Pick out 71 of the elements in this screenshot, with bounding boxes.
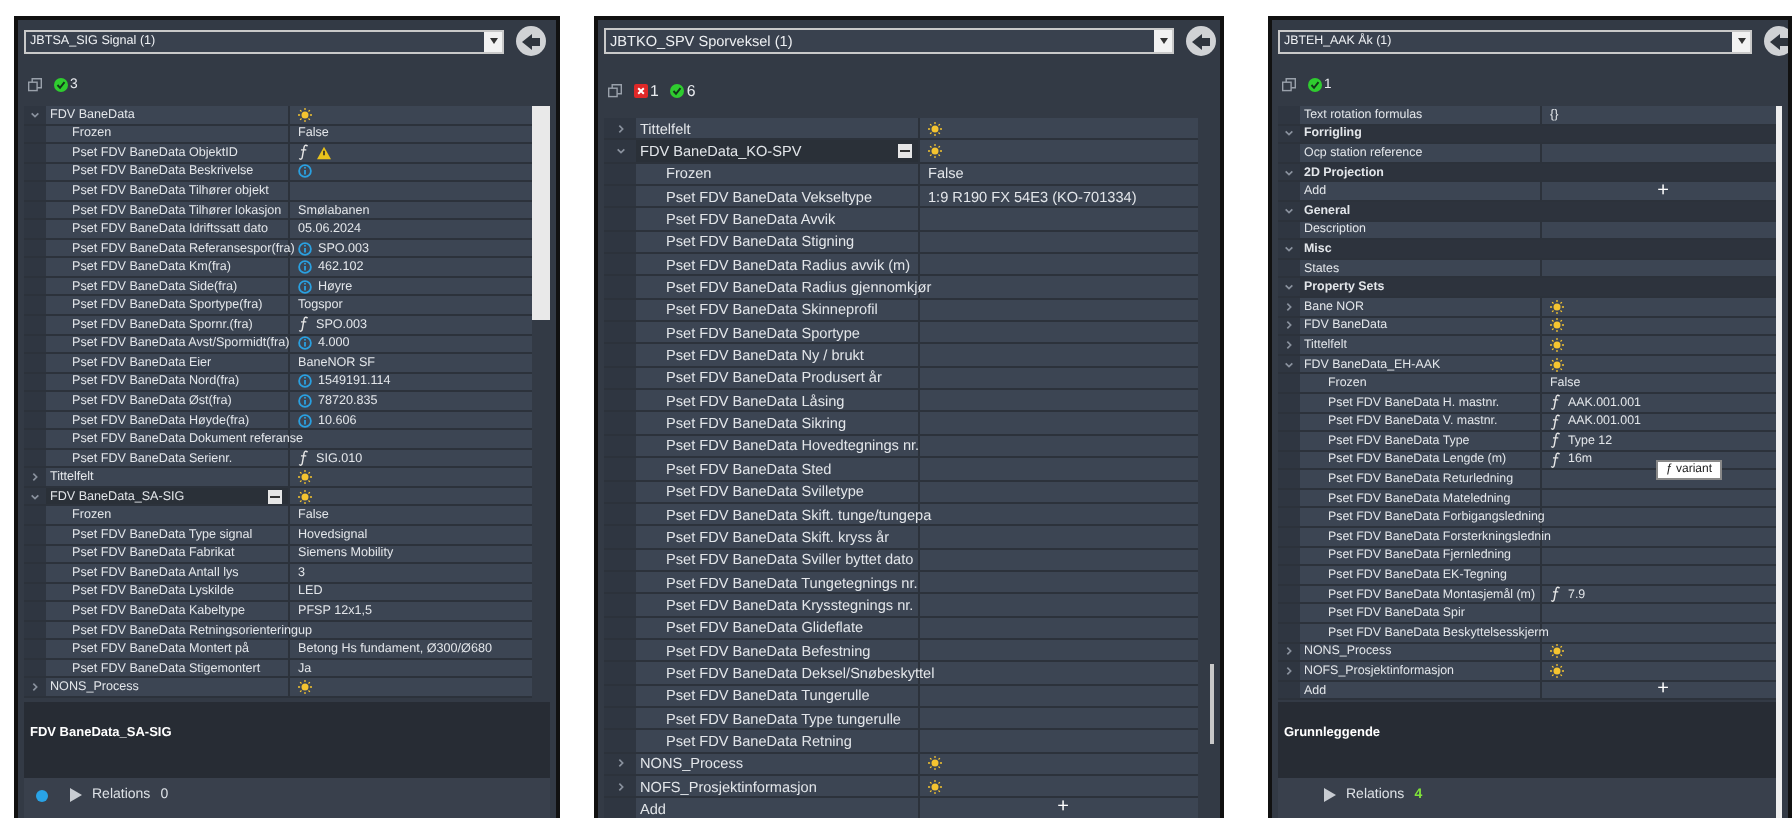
chevron-right-icon[interactable] bbox=[1284, 301, 1294, 312]
info-icon bbox=[298, 374, 312, 389]
chevron-right-icon[interactable] bbox=[1284, 320, 1294, 331]
function-icon bbox=[1550, 586, 1562, 603]
chevron-down-icon[interactable] bbox=[1284, 359, 1294, 370]
sun-icon bbox=[1550, 644, 1564, 659]
toggle-button[interactable] bbox=[516, 26, 546, 56]
expand-icon[interactable] bbox=[70, 788, 82, 802]
warning-icon bbox=[316, 145, 332, 160]
sun-icon bbox=[298, 107, 312, 122]
chevron-right-icon[interactable] bbox=[1284, 666, 1294, 677]
sun-icon bbox=[1550, 337, 1564, 352]
add-button[interactable]: + bbox=[1657, 181, 1669, 202]
sun-icon bbox=[928, 144, 942, 159]
scrollbar-thumb[interactable] bbox=[1210, 664, 1214, 744]
chevron-down-icon[interactable] bbox=[1284, 282, 1294, 293]
copy-icon[interactable] bbox=[1282, 78, 1296, 92]
sun-icon bbox=[1550, 299, 1564, 314]
toggle-button[interactable] bbox=[1186, 26, 1216, 56]
sun-icon bbox=[298, 489, 312, 504]
sun-icon bbox=[298, 470, 312, 485]
info-icon bbox=[298, 241, 312, 256]
chevron-right-icon[interactable] bbox=[615, 123, 625, 134]
chevron-right-icon[interactable] bbox=[1284, 339, 1294, 350]
sun-icon bbox=[928, 121, 942, 136]
caret-icon bbox=[1737, 38, 1745, 44]
sun-icon bbox=[928, 779, 942, 794]
function-icon bbox=[298, 144, 310, 161]
chevron-right-icon[interactable] bbox=[615, 781, 625, 792]
sun-icon bbox=[1550, 357, 1564, 372]
info-icon bbox=[298, 279, 312, 294]
info-icon bbox=[298, 164, 312, 179]
chevron-down-icon[interactable] bbox=[1284, 128, 1294, 139]
function-icon bbox=[298, 450, 310, 467]
toggle-button[interactable] bbox=[1764, 26, 1788, 56]
chevron-right-icon[interactable] bbox=[1284, 646, 1294, 657]
add-button[interactable]: + bbox=[1057, 798, 1069, 818]
arrow-left-icon bbox=[522, 33, 540, 49]
check-icon bbox=[1308, 78, 1322, 92]
info-icon bbox=[298, 413, 312, 428]
function-icon bbox=[298, 316, 310, 333]
add-button[interactable]: + bbox=[1657, 680, 1669, 701]
arrow-left-icon bbox=[1192, 33, 1210, 49]
chevron-down-icon[interactable] bbox=[1284, 167, 1294, 178]
scrollbar-thumb[interactable] bbox=[1776, 106, 1782, 818]
sun-icon bbox=[928, 756, 942, 771]
check-icon bbox=[670, 84, 685, 98]
chevron-down-icon[interactable] bbox=[1284, 243, 1294, 254]
chevron-down-icon[interactable] bbox=[615, 146, 625, 157]
sun-icon bbox=[1550, 664, 1564, 679]
chevron-down-icon[interactable] bbox=[1284, 205, 1294, 216]
info-icon bbox=[298, 393, 312, 408]
chevron-right-icon[interactable] bbox=[30, 682, 40, 693]
info-icon bbox=[298, 336, 312, 351]
caret-icon bbox=[489, 38, 497, 44]
expand-icon[interactable] bbox=[1324, 788, 1336, 802]
chevron-right-icon[interactable] bbox=[30, 472, 40, 483]
caret-icon bbox=[1159, 38, 1167, 44]
error-icon bbox=[634, 84, 648, 98]
chevron-down-icon[interactable] bbox=[30, 109, 40, 120]
sun-icon bbox=[298, 680, 312, 695]
chevron-down-icon[interactable] bbox=[30, 491, 40, 502]
check-icon bbox=[54, 78, 68, 92]
copy-icon[interactable] bbox=[608, 84, 622, 98]
minus-icon[interactable] bbox=[268, 489, 282, 504]
chevron-right-icon[interactable] bbox=[615, 758, 625, 769]
info-icon bbox=[298, 260, 312, 275]
minus-icon[interactable] bbox=[898, 144, 912, 159]
scrollbar-thumb[interactable] bbox=[532, 106, 550, 320]
sun-icon bbox=[1550, 318, 1564, 333]
copy-icon[interactable] bbox=[28, 78, 42, 92]
